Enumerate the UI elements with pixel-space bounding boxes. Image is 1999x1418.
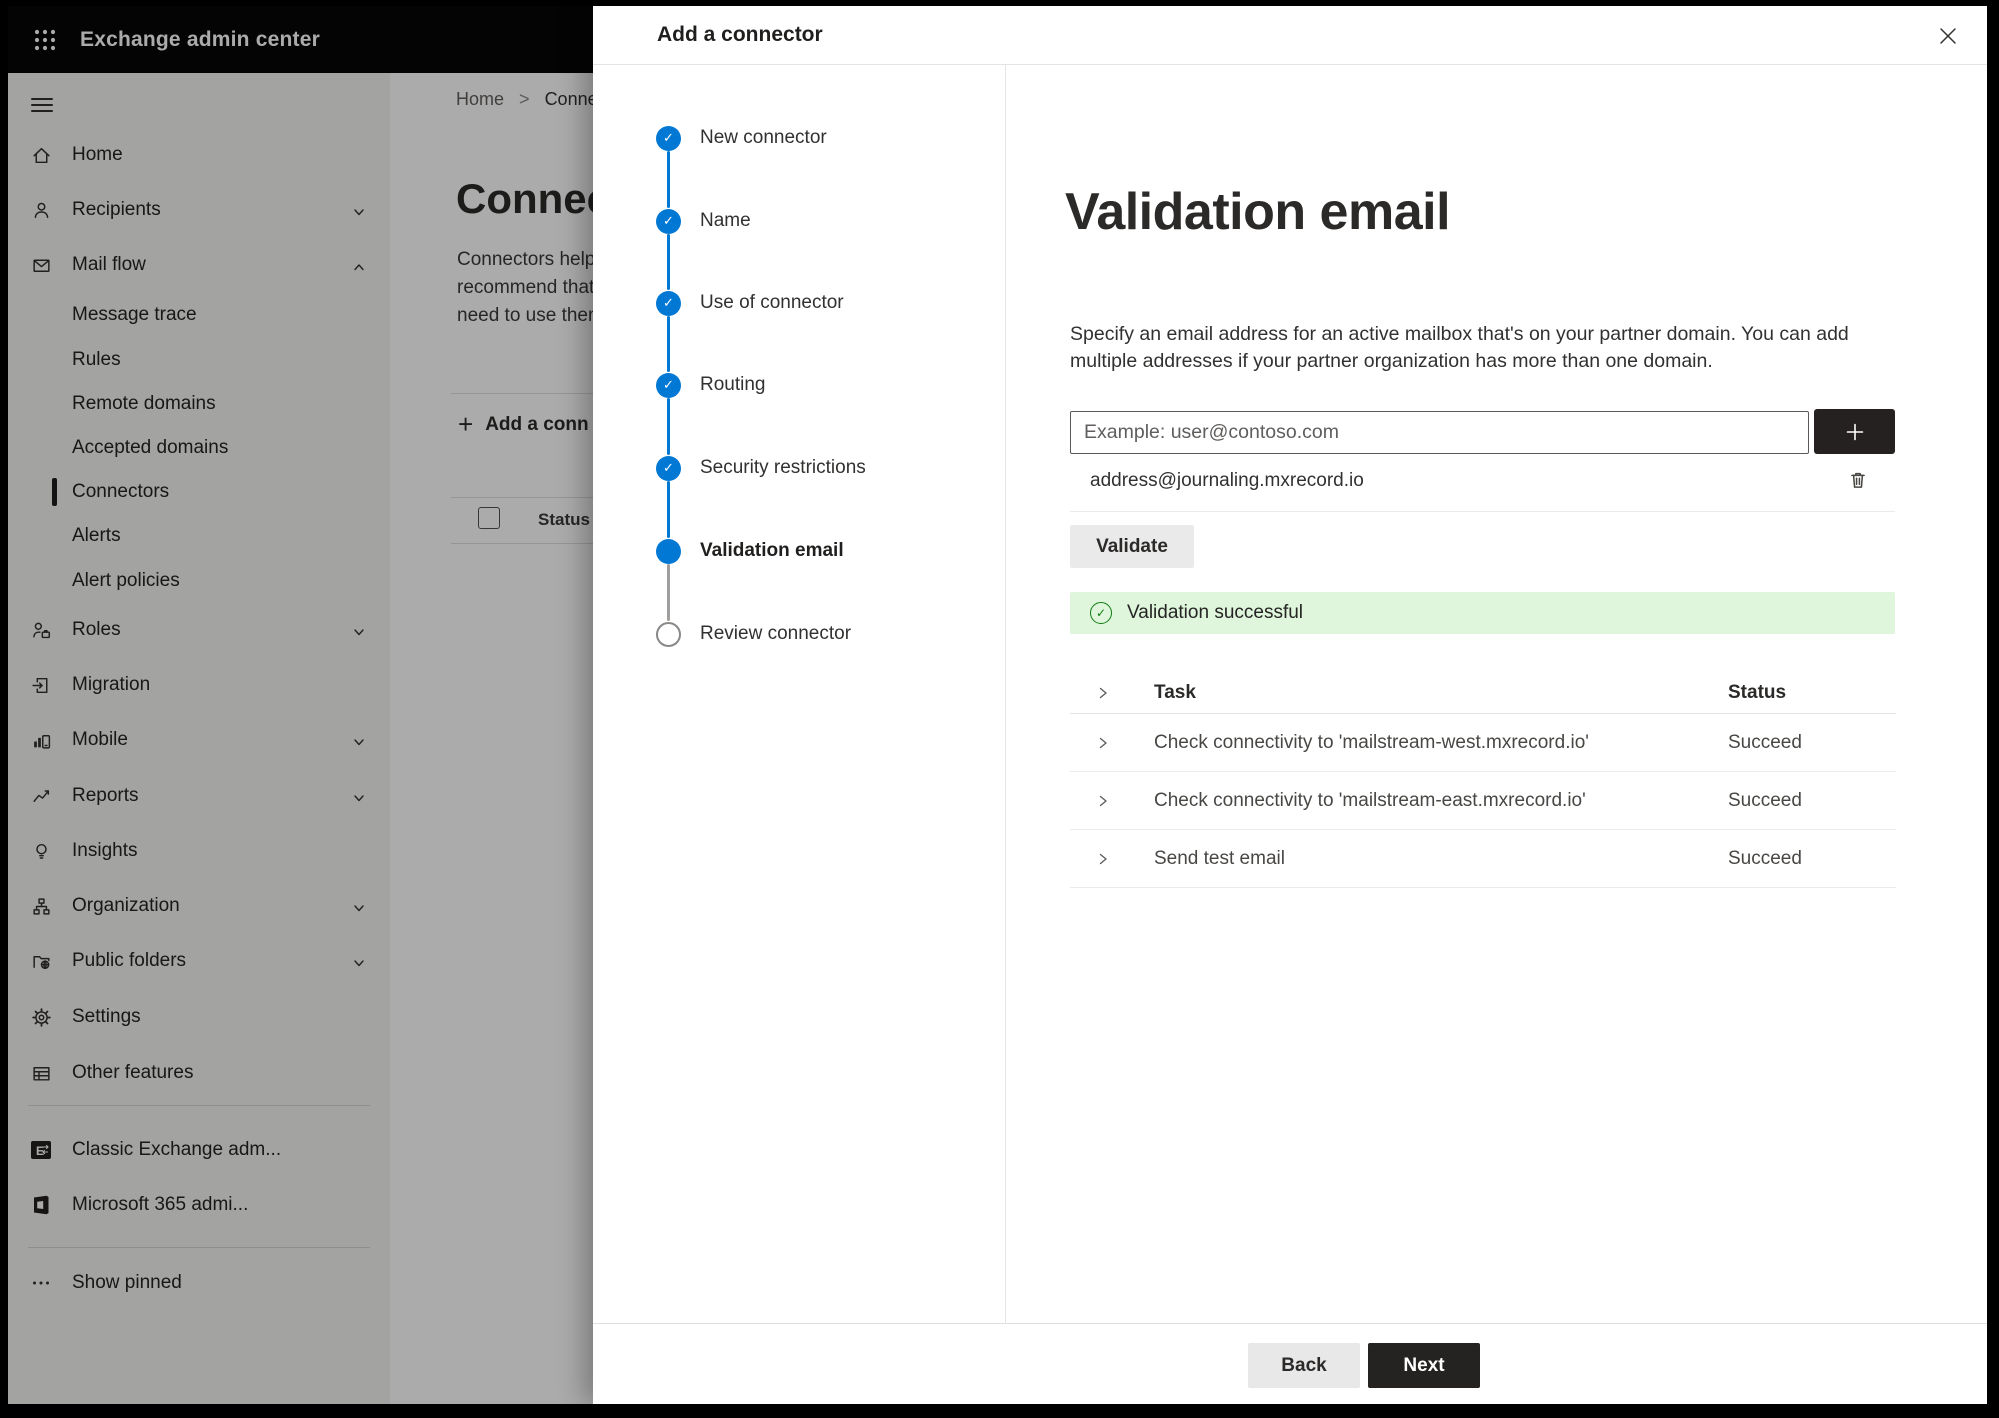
wizard-step-security-restrictions[interactable]: ✓ Security restrictions xyxy=(656,446,866,490)
trash-icon xyxy=(1851,472,1865,488)
dialog-title: Add a connector xyxy=(657,23,823,46)
chevron-right-icon[interactable] xyxy=(1094,850,1112,868)
wizard-step-review-connector[interactable]: Review connector xyxy=(656,612,851,656)
step-current-icon xyxy=(656,538,681,564)
wizard-step-routing[interactable]: ✓ Routing xyxy=(656,363,766,407)
step-label: Security restrictions xyxy=(700,457,866,478)
table-header-row: Task Status xyxy=(1070,672,1896,714)
validation-email-description: Specify an email address for an active m… xyxy=(1070,323,1849,372)
wizard-step-new-connector[interactable]: ✓ New connector xyxy=(656,116,827,160)
step-label: New connector xyxy=(700,127,827,148)
status-cell: Succeed xyxy=(1728,731,1802,753)
plus-icon xyxy=(1846,423,1863,440)
back-button[interactable]: Back xyxy=(1248,1343,1360,1388)
step-complete-icon: ✓ xyxy=(656,208,681,234)
task-cell: Send test email xyxy=(1154,847,1285,869)
close-button[interactable] xyxy=(1927,15,1969,57)
add-address-button[interactable] xyxy=(1814,409,1895,454)
table-row[interactable]: Send test email Succeed xyxy=(1070,830,1896,888)
email-address-input[interactable] xyxy=(1070,411,1809,454)
column-header-task: Task xyxy=(1154,681,1196,703)
success-check-icon: ✓ xyxy=(1090,602,1112,624)
column-header-status: Status xyxy=(1728,681,1787,703)
step-label: Name xyxy=(700,210,751,231)
close-icon xyxy=(1940,28,1956,44)
status-cell: Succeed xyxy=(1728,789,1802,811)
table-row[interactable]: Check connectivity to 'mailstream-east.m… xyxy=(1070,772,1896,830)
chevron-right-icon[interactable] xyxy=(1094,734,1112,752)
add-connector-dialog: Add a connector ✓ New connector ✓ Name ✓… xyxy=(593,6,1987,1404)
wizard-step-name[interactable]: ✓ Name xyxy=(656,199,751,243)
wizard-step-validation-email[interactable]: Validation email xyxy=(656,529,844,573)
validation-results-table: Task Status Check connectivity to 'mails… xyxy=(1070,672,1896,888)
header-divider xyxy=(593,64,1987,65)
wizard-divider xyxy=(1005,65,1006,1323)
divider xyxy=(1070,511,1895,512)
table-row[interactable]: Check connectivity to 'mailstream-west.m… xyxy=(1070,714,1896,772)
chevron-right-icon[interactable] xyxy=(1094,684,1112,702)
success-message: Validation successful xyxy=(1127,602,1304,623)
step-complete-icon: ✓ xyxy=(656,290,681,316)
delete-address-button[interactable] xyxy=(1841,464,1875,496)
step-label: Validation email xyxy=(700,540,844,561)
step-complete-icon: ✓ xyxy=(656,455,681,481)
status-cell: Succeed xyxy=(1728,847,1802,869)
step-pending-icon xyxy=(656,621,681,647)
task-cell: Check connectivity to 'mailstream-east.m… xyxy=(1154,789,1586,811)
validate-button[interactable]: Validate xyxy=(1070,525,1194,568)
task-cell: Check connectivity to 'mailstream-west.m… xyxy=(1154,731,1589,753)
validation-success-banner: ✓ Validation successful xyxy=(1070,592,1895,634)
step-label: Use of connector xyxy=(700,292,844,313)
screenshot-frame: Exchange admin center Home Recipients Ma… xyxy=(0,0,1999,1418)
validation-email-heading: Validation email xyxy=(1065,183,1451,241)
added-address-text: address@journaling.mxrecord.io xyxy=(1090,470,1364,491)
wizard-step-use-of-connector[interactable]: ✓ Use of connector xyxy=(656,281,844,325)
next-button[interactable]: Next xyxy=(1368,1343,1480,1388)
footer-divider xyxy=(593,1323,1987,1324)
step-label: Routing xyxy=(700,374,766,395)
app-window: Exchange admin center Home Recipients Ma… xyxy=(8,6,1987,1404)
step-complete-icon: ✓ xyxy=(656,372,681,398)
chevron-right-icon[interactable] xyxy=(1094,792,1112,810)
step-complete-icon: ✓ xyxy=(656,125,681,151)
step-label: Review connector xyxy=(700,623,852,644)
